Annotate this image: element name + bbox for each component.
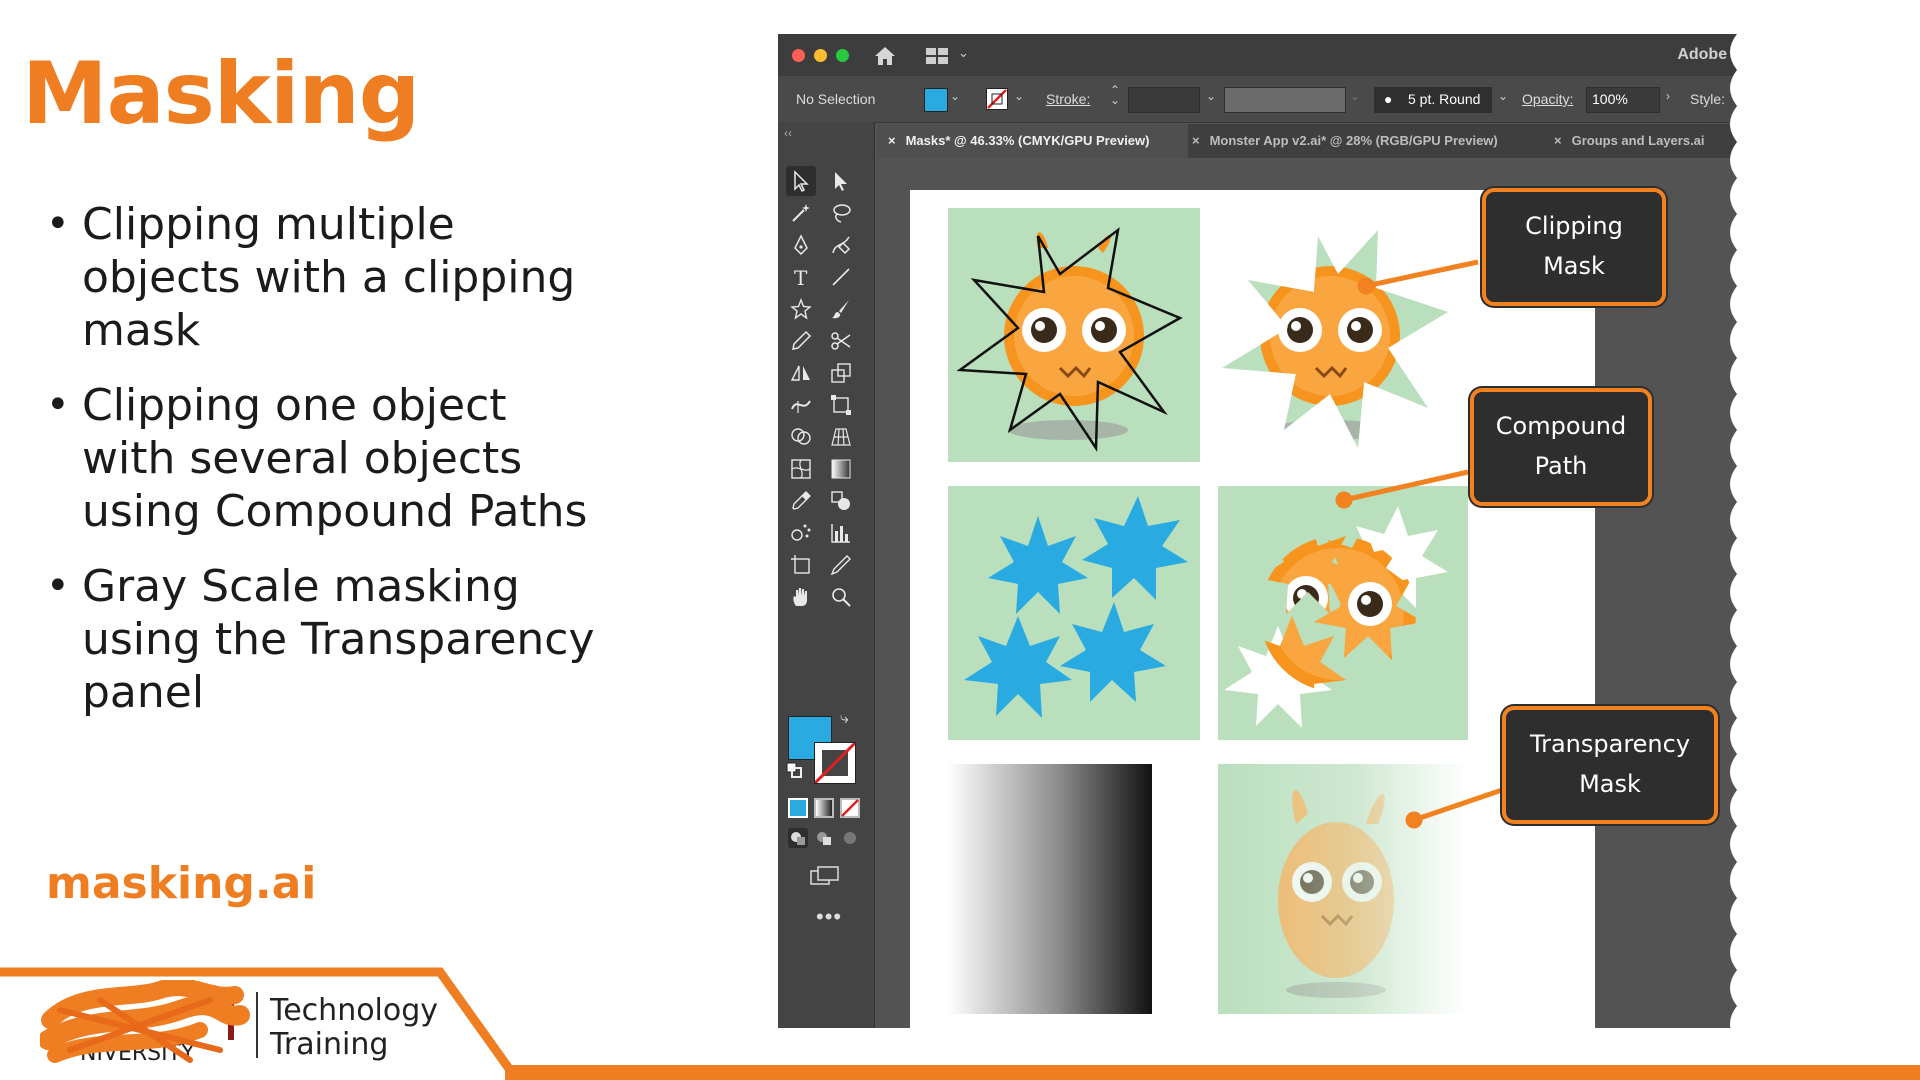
bullet-dot-icon: • xyxy=(46,563,70,609)
bullet-text: Clipping multiple objects with a clippin… xyxy=(82,199,576,356)
file-link[interactable]: masking.ai xyxy=(46,858,316,909)
bullet-text: Clipping one object with several objects… xyxy=(82,380,588,537)
logo-line-2: Training xyxy=(270,1027,389,1062)
bullet-item: • Clipping multiple objects with a clippi… xyxy=(46,198,606,357)
bullet-dot-icon: • xyxy=(46,382,70,428)
callout-line-1: Transparency xyxy=(1529,730,1691,758)
callout-line-2: Path xyxy=(1534,452,1588,480)
bullet-dot-icon: • xyxy=(46,201,70,247)
bullet-item: • Clipping one object with several object… xyxy=(46,379,606,538)
callout-compound-path: Compound Path xyxy=(1470,388,1652,506)
logo-line-1: Technology xyxy=(270,993,439,1028)
callout-line-2: Mask xyxy=(1579,770,1641,798)
illustrator-window: ⌄ Adobe I No Selection ⌄ ⌄ Stroke: ⌃ ⌄ ⌄ … xyxy=(778,34,1746,1028)
callout-clipping-mask: Clipping Mask xyxy=(1482,188,1666,306)
bullet-item: • Gray Scale masking using the Transparen… xyxy=(46,560,606,719)
bullet-text: Gray Scale masking using the Transparenc… xyxy=(82,561,595,718)
callout-line-1: Clipping xyxy=(1525,212,1623,240)
logo-divider xyxy=(256,992,258,1058)
bullet-list: • Clipping multiple objects with a clippi… xyxy=(46,198,606,741)
callout-leaders xyxy=(1335,259,1503,829)
logo-text: Technology Training xyxy=(270,994,438,1062)
slide-title: Masking xyxy=(22,44,420,144)
callout-transparency-mask: Transparency Mask xyxy=(1502,706,1718,824)
callout-line-2: Mask xyxy=(1543,252,1605,280)
callout-line-1: Compound xyxy=(1495,412,1627,440)
logo-redacted-icon: NIVERSITY xyxy=(40,980,250,1066)
